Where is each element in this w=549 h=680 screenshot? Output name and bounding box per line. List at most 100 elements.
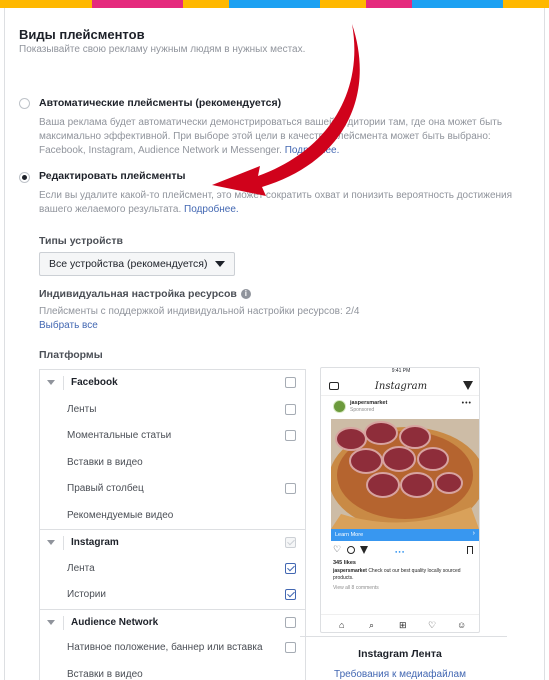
placement-item-checkbox[interactable] (285, 483, 296, 494)
automatic-description-text: Ваша реклама будет автоматически демонст… (39, 117, 503, 156)
placement-item-checkbox[interactable] (285, 430, 296, 441)
section-title: Виды плейсментов (19, 27, 145, 42)
bookmark-icon (467, 546, 473, 554)
placement-item-label: Лента (67, 562, 95, 574)
sponsored-label: Sponsored (350, 407, 375, 413)
placement-item[interactable]: Вставки в видео (40, 662, 305, 680)
chevron-down-icon[interactable] (47, 619, 55, 625)
send-icon (463, 381, 473, 390)
post-actions: ♡ ●●● (333, 544, 473, 556)
platform-group-label: Instagram (71, 537, 119, 548)
platform-group-instagram[interactable]: Instagram (40, 529, 305, 555)
edit-placements-label[interactable]: Редактировать плейсменты (39, 170, 186, 182)
heart-icon: ♡ (333, 544, 342, 554)
placement-item[interactable]: Правый столбец (40, 476, 305, 502)
stripe-segment (503, 0, 549, 8)
view-comments: View all 8 comments (333, 585, 379, 591)
ad-preview-phone: 9:41 PM Instagram jaspersmarket Sponsore… (320, 367, 480, 633)
platform-group-facebook[interactable]: Facebook (40, 370, 305, 396)
device-types-selected: Все устройства (рекомендуется) (49, 258, 208, 270)
section-subtitle: Показывайте свою рекламу нужным людям в … (19, 44, 306, 55)
device-types-label: Типы устройств (39, 235, 123, 247)
automatic-placements-description: Ваша реклама будет автоматически демонст… (39, 116, 519, 158)
preview-title: Instagram Лента (358, 648, 442, 660)
radio-automatic-placements[interactable] (19, 98, 30, 109)
instagram-logo: Instagram (374, 381, 428, 392)
placement-item[interactable]: Вставки в видео (40, 450, 305, 476)
chevron-down-icon[interactable] (47, 380, 55, 385)
placement-item[interactable]: Нативное положение, баннер или вставка (40, 635, 305, 661)
post-header: jaspersmarket Sponsored ••• (321, 397, 479, 419)
add-post-icon: ⊞ (399, 620, 407, 630)
cta-label: Learn More (335, 532, 364, 538)
asset-customization-heading: Индивидуальная настройка ресурсов i (39, 288, 251, 300)
platform-group-checkbox[interactable] (285, 537, 296, 548)
brand-color-stripe (0, 0, 549, 8)
comment-icon (347, 546, 355, 554)
divider (63, 376, 64, 390)
home-icon: ⌂ (339, 620, 345, 630)
placement-item-label: Истории (67, 589, 106, 600)
platform-group-audience-network[interactable]: Audience Network (40, 608, 305, 635)
stripe-segment (320, 0, 366, 8)
placement-item-label: Моментальные статьи (67, 430, 172, 441)
media-requirements-link[interactable]: Требования к медиафайлам (322, 669, 478, 680)
platforms-label: Платформы (39, 349, 103, 361)
chevron-right-icon: › (472, 530, 475, 537)
search-icon: ⌕ (369, 620, 375, 630)
stripe-segment (0, 0, 46, 8)
stripe-segment (45, 0, 92, 8)
avatar (333, 400, 346, 413)
placement-item-checkbox[interactable] (285, 403, 296, 415)
asset-customization-label: Индивидуальная настройка ресурсов (39, 288, 237, 300)
select-all-link[interactable]: Выбрать все (39, 320, 98, 331)
automatic-learn-more-link[interactable]: Подробнее. (285, 145, 340, 156)
platform-group-checkbox[interactable] (285, 616, 296, 628)
caption-account: jaspersmarket (333, 568, 367, 574)
fig-tart-image (331, 419, 479, 529)
platform-group-checkbox[interactable] (285, 377, 296, 388)
phone-status-bar: 9:41 PM (391, 368, 411, 374)
asset-customization-count: Плейсменты с поддержкой индивидуальной н… (39, 306, 360, 317)
stripe-segment (228, 0, 275, 8)
stripe-segment (274, 0, 321, 8)
radio-edit-placements[interactable] (19, 172, 30, 183)
placement-item-label: Вставки в видео (67, 668, 143, 680)
placement-item-label: Нативное положение, баннер или вставка (67, 642, 263, 653)
post-caption: jaspersmarket Check out our best quality… (333, 568, 473, 582)
automatic-placements-label[interactable]: Автоматические плейсменты (рекомендуется… (39, 97, 281, 109)
learn-more-cta[interactable]: Learn More › (331, 529, 479, 541)
placement-item-label: Вставки в видео (67, 456, 143, 468)
instagram-header: Instagram (321, 378, 479, 396)
stripe-segment (366, 0, 412, 8)
placement-item[interactable]: Моментальные статьи (40, 423, 305, 449)
share-icon (360, 546, 368, 554)
edit-learn-more-link[interactable]: Подробнее. (184, 204, 239, 215)
activity-icon: ♡ (428, 620, 437, 630)
edit-placements-description: Если вы удалите какой-то плейсмент, это … (39, 189, 519, 217)
placement-item-checkbox[interactable] (285, 642, 296, 653)
platforms-list: Facebook Ленты Моментальные статьи Вставки … (39, 369, 306, 680)
placement-item[interactable]: Истории (40, 582, 305, 608)
placement-item-label: Рекомендуемые видео (67, 509, 174, 521)
edit-description-text: Если вы удалите какой-то плейсмент, это … (39, 190, 513, 215)
caret-down-icon (215, 261, 225, 267)
divider (63, 615, 64, 630)
post-account-name: jaspersmarket (350, 400, 388, 406)
device-types-dropdown[interactable]: Все устройства (рекомендуется) (39, 252, 235, 276)
info-icon[interactable]: i (240, 289, 251, 300)
placement-item[interactable]: Лента (40, 556, 305, 582)
placement-item[interactable]: Ленты (40, 397, 305, 423)
placement-item-checkbox[interactable] (285, 589, 296, 600)
carousel-dots: ●●● (395, 549, 406, 554)
chevron-down-icon[interactable] (47, 540, 55, 545)
post-image (331, 419, 479, 529)
stripe-segment (411, 0, 458, 8)
placement-item-checkbox[interactable] (285, 562, 296, 574)
likes-count: 345 likes (333, 560, 356, 566)
stripe-segment (183, 0, 229, 8)
stripe-segment (137, 0, 183, 8)
stripe-segment (457, 0, 504, 8)
placement-item-label: Ленты (67, 403, 97, 415)
placement-item[interactable]: Рекомендуемые видео (40, 503, 305, 529)
